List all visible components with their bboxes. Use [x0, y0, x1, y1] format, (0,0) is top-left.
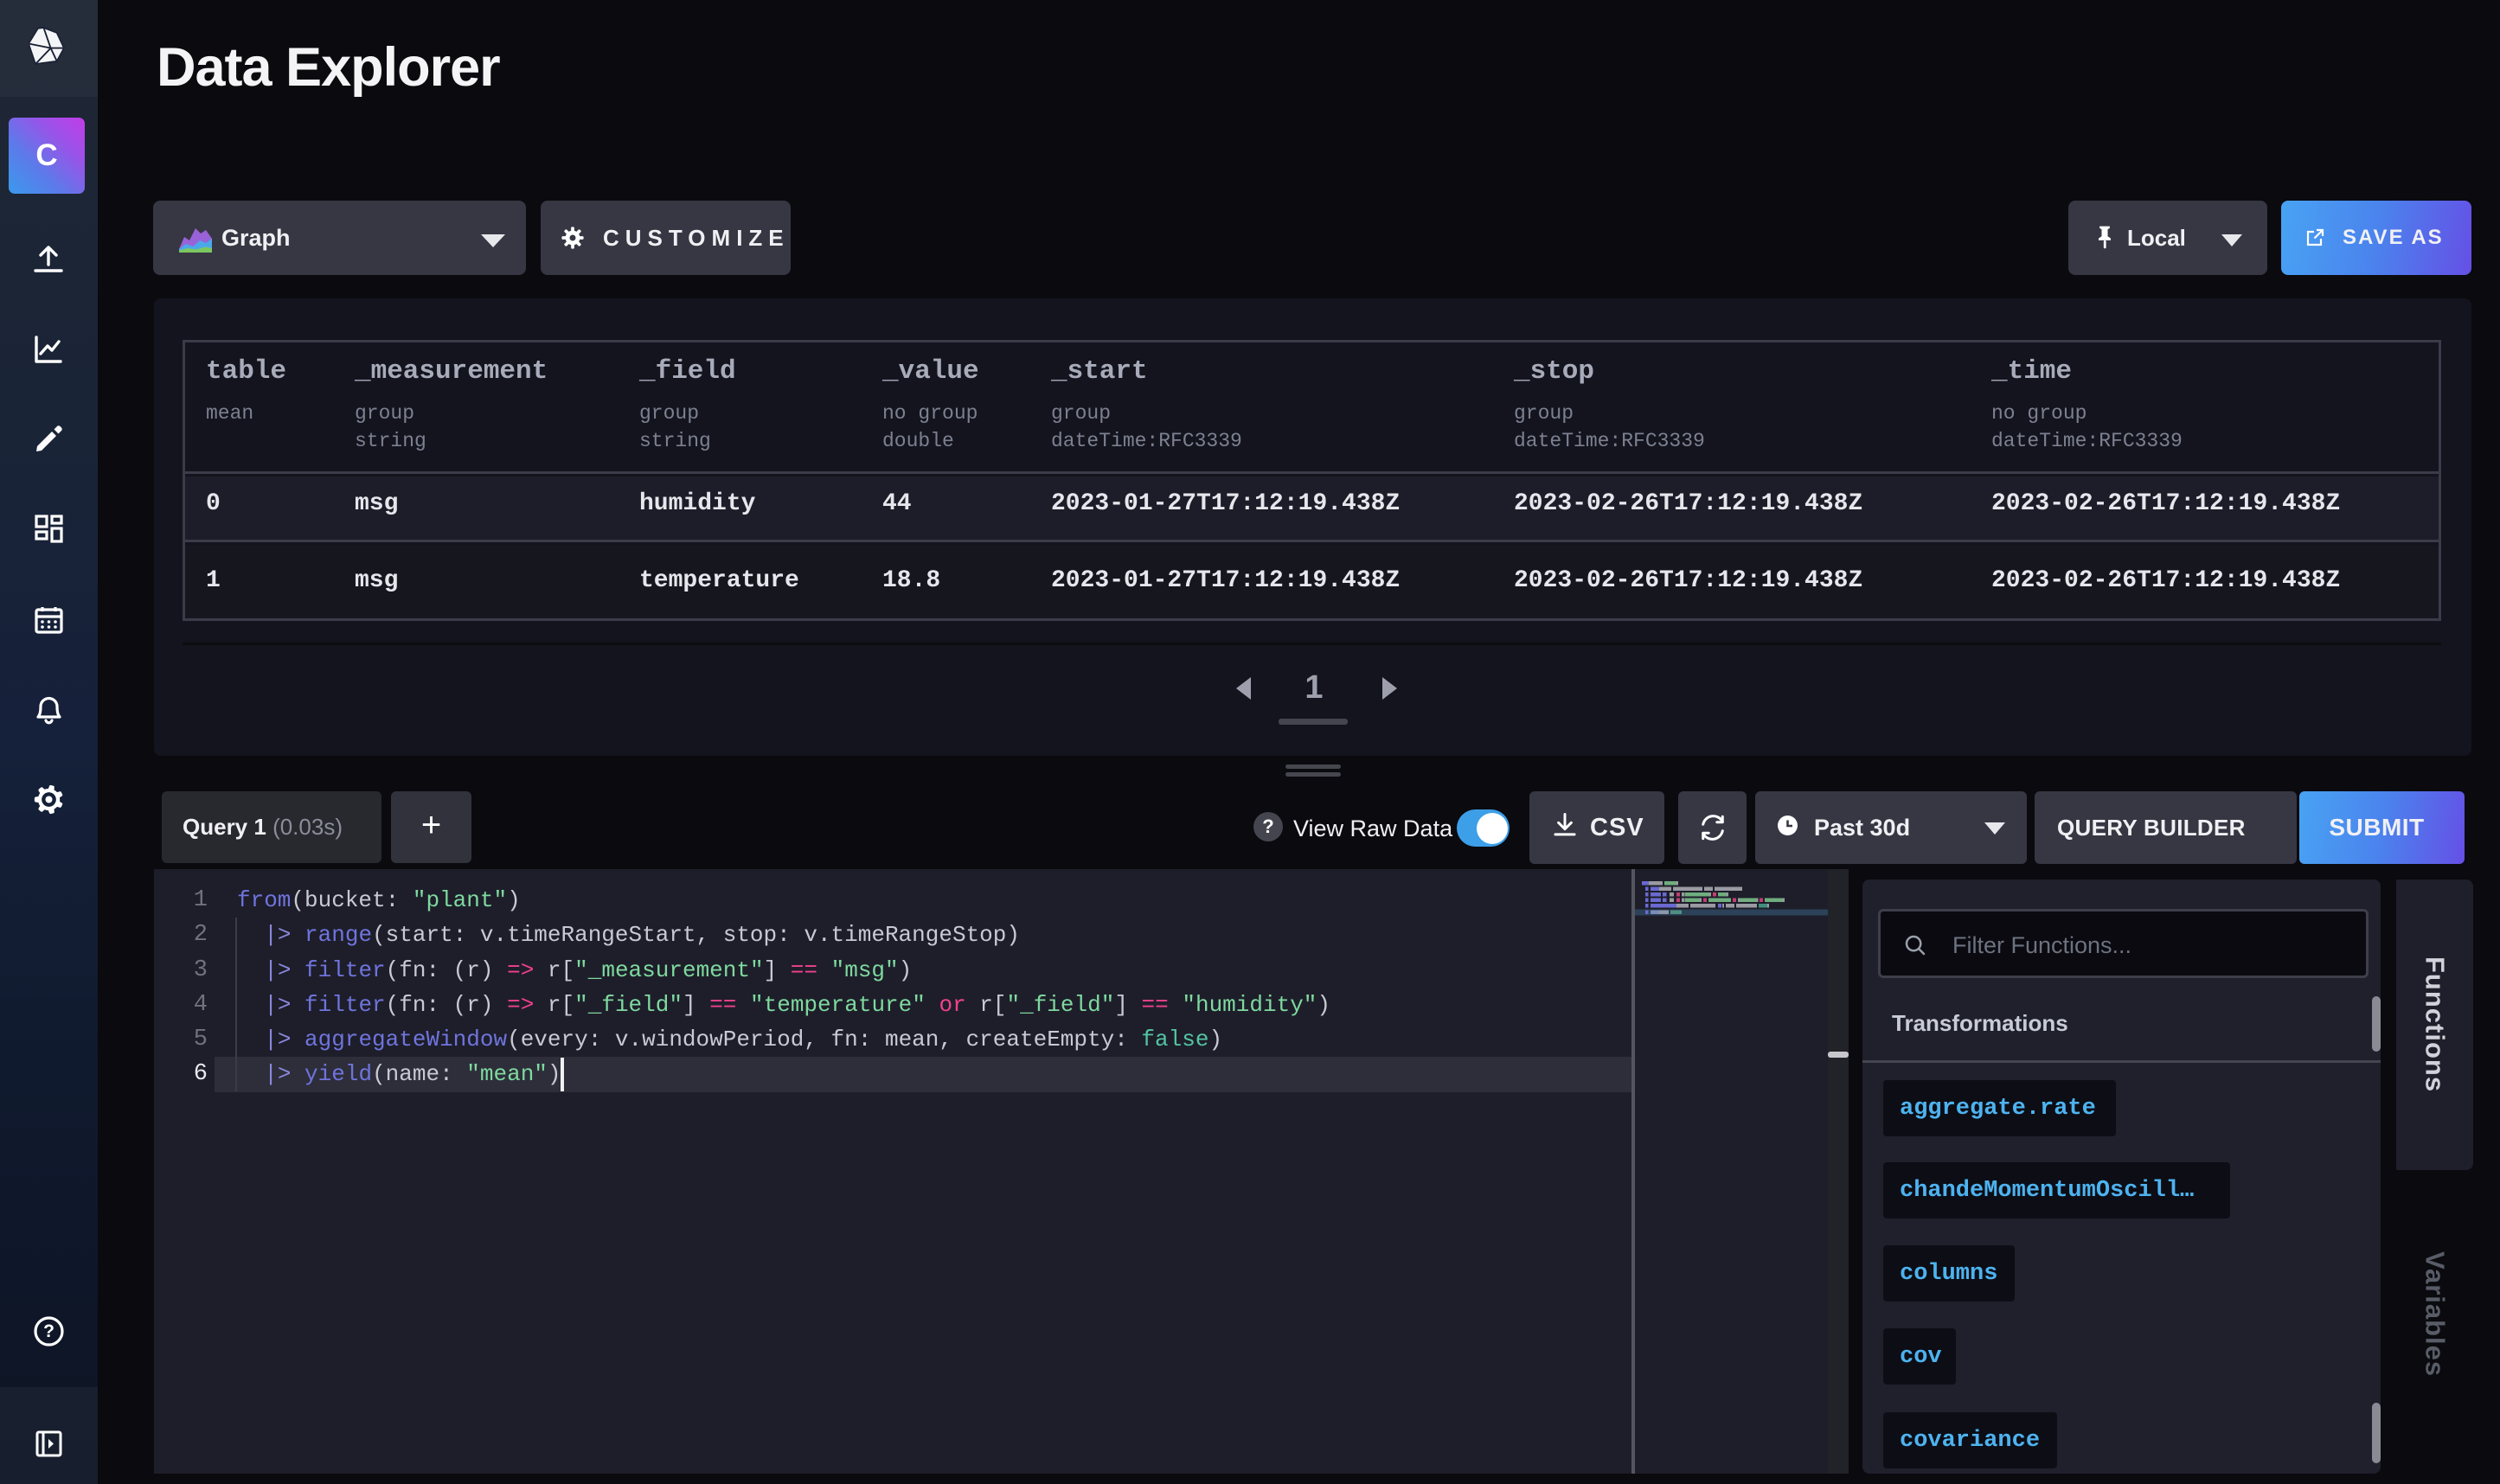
svg-text:?: ? [43, 1321, 54, 1341]
